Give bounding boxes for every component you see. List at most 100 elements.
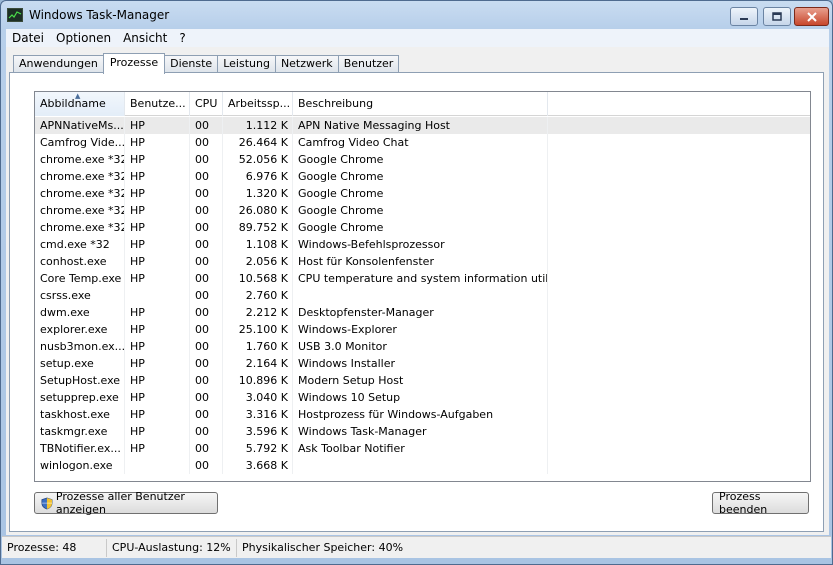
tab-dienste[interactable]: Dienste xyxy=(164,55,219,73)
cell-memory: 52.056 K xyxy=(223,151,293,168)
column-header-memory[interactable]: Arbeitssp... xyxy=(223,92,293,116)
cell-description xyxy=(293,457,548,474)
cell-cpu: 00 xyxy=(190,372,223,389)
cell-memory: 26.080 K xyxy=(223,202,293,219)
column-header-image-name[interactable]: ▲ Abbildname xyxy=(35,92,125,116)
cell-image-name: chrome.exe *32 xyxy=(35,219,125,236)
column-header-user[interactable]: Benutze... xyxy=(125,92,190,116)
cell-description: Modern Setup Host xyxy=(293,372,548,389)
table-row[interactable]: chrome.exe *32 HP 00 89.752 K Google Chrome xyxy=(35,219,810,236)
column-header-cpu[interactable]: CPU xyxy=(190,92,223,116)
end-process-button[interactable]: Prozess beenden xyxy=(712,490,809,516)
cell-user: HP xyxy=(125,202,190,219)
cell-filler xyxy=(548,389,810,406)
tab-prozesse[interactable]: Prozesse xyxy=(102,53,166,74)
cell-image-name: explorer.exe xyxy=(35,321,125,338)
minimize-button[interactable] xyxy=(730,7,758,26)
cell-description xyxy=(293,287,548,304)
cell-filler xyxy=(548,372,810,389)
cell-description: Google Chrome xyxy=(293,202,548,219)
table-row[interactable]: csrss.exe 00 2.760 K xyxy=(35,287,810,304)
menu-bar: Datei Optionen Ansicht ? xyxy=(6,29,829,47)
tab-strip: Anwendungen Prozesse Dienste Leistung Ne… xyxy=(13,53,400,74)
tab-anwendungen[interactable]: Anwendungen xyxy=(13,55,104,73)
cell-description: Windows Task-Manager xyxy=(293,423,548,440)
cell-memory: 25.100 K xyxy=(223,321,293,338)
menu-optionen[interactable]: Optionen xyxy=(50,31,117,45)
cell-user xyxy=(125,457,190,474)
menu-datei[interactable]: Datei xyxy=(6,31,50,45)
cell-memory: 6.976 K xyxy=(223,168,293,185)
table-row[interactable]: dwm.exe HP 00 2.212 K Desktopfenster-Manager xyxy=(35,304,810,321)
title-bar[interactable]: Windows Task-Manager xyxy=(1,1,832,29)
table-row[interactable]: setup.exe HP 00 2.164 K Windows Installer xyxy=(35,355,810,372)
menu-ansicht[interactable]: Ansicht xyxy=(117,31,173,45)
cell-user: HP xyxy=(125,321,190,338)
cell-description: Google Chrome xyxy=(293,219,548,236)
cell-filler xyxy=(548,338,810,355)
cell-description: Desktopfenster-Manager xyxy=(293,304,548,321)
tab-benutzer[interactable]: Benutzer xyxy=(337,55,400,73)
cell-memory: 2.056 K xyxy=(223,253,293,270)
cell-filler xyxy=(548,134,810,151)
cell-user: HP xyxy=(125,440,190,457)
table-row[interactable]: setupprep.exe HP 00 3.040 K Windows 10 Setup xyxy=(35,389,810,406)
cell-user: HP xyxy=(125,423,190,440)
cell-filler xyxy=(548,423,810,440)
table-row[interactable]: chrome.exe *32 HP 00 6.976 K Google Chrome xyxy=(35,168,810,185)
cell-user: HP xyxy=(125,270,190,287)
cell-cpu: 00 xyxy=(190,253,223,270)
table-row[interactable]: nusb3mon.ex... HP 00 1.760 K USB 3.0 Monitor xyxy=(35,338,810,355)
cell-cpu: 00 xyxy=(190,202,223,219)
table-row[interactable]: winlogon.exe 00 3.668 K xyxy=(35,457,810,474)
cell-cpu: 00 xyxy=(190,406,223,423)
table-row[interactable]: APNNativeMs... HP 00 1.112 K APN Native Mess… xyxy=(35,117,810,134)
table-row[interactable]: taskmgr.exe HP 00 3.596 K Windows Task-Manag… xyxy=(35,423,810,440)
cell-image-name: winlogon.exe xyxy=(35,457,125,474)
cell-cpu: 00 xyxy=(190,321,223,338)
cell-user: HP xyxy=(125,389,190,406)
table-row[interactable]: chrome.exe *32 HP 00 1.320 K Google Chrome xyxy=(35,185,810,202)
close-button[interactable] xyxy=(794,7,829,26)
cell-image-name: csrss.exe xyxy=(35,287,125,304)
menu-help[interactable]: ? xyxy=(173,31,191,45)
cell-image-name: setupprep.exe xyxy=(35,389,125,406)
show-all-processes-button[interactable]: Prozesse aller Benutzer anzeigen xyxy=(34,490,218,516)
task-manager-icon xyxy=(7,8,23,22)
cell-memory: 1.108 K xyxy=(223,236,293,253)
table-row[interactable]: SetupHost.exe HP 00 10.896 K Modern Setup Ho… xyxy=(35,372,810,389)
cell-memory: 1.320 K xyxy=(223,185,293,202)
cell-filler xyxy=(548,202,810,219)
process-list[interactable]: ▲ Abbildname Benutze... CPU Arbeitssp...… xyxy=(34,91,811,482)
cell-user: HP xyxy=(125,134,190,151)
table-row[interactable]: cmd.exe *32 HP 00 1.108 K Windows-Befehlspro… xyxy=(35,236,810,253)
cell-description: Google Chrome xyxy=(293,151,548,168)
column-header-description[interactable]: Beschreibung xyxy=(293,92,548,116)
cell-cpu: 00 xyxy=(190,270,223,287)
cell-memory: 1.760 K xyxy=(223,338,293,355)
tab-leistung[interactable]: Leistung xyxy=(217,55,276,73)
cell-image-name: conhost.exe xyxy=(35,253,125,270)
cell-cpu: 00 xyxy=(190,440,223,457)
status-cpu-usage: CPU-Auslastung: 12% xyxy=(107,538,237,557)
table-row[interactable]: Camfrog Vide... HP 00 26.464 K Camfrog Video… xyxy=(35,134,810,151)
column-header-row: ▲ Abbildname Benutze... CPU Arbeitssp...… xyxy=(35,92,810,116)
table-row[interactable]: chrome.exe *32 HP 00 26.080 K Google Chrome xyxy=(35,202,810,219)
maximize-button[interactable] xyxy=(763,7,791,26)
status-memory-usage: Physikalischer Speicher: 40% xyxy=(242,540,404,554)
cell-image-name: TBNotifier.ex... xyxy=(35,440,125,457)
cell-description: Windows 10 Setup xyxy=(293,389,548,406)
table-row[interactable]: Core Temp.exe HP 00 10.568 K CPU temperature… xyxy=(35,270,810,287)
cell-user: HP xyxy=(125,236,190,253)
cell-description: Windows-Explorer xyxy=(293,321,548,338)
table-row[interactable]: TBNotifier.ex... HP 00 5.792 K Ask Toolbar N… xyxy=(35,440,810,457)
cell-cpu: 00 xyxy=(190,355,223,372)
table-row[interactable]: chrome.exe *32 HP 00 52.056 K Google Chrome xyxy=(35,151,810,168)
tab-netzwerk[interactable]: Netzwerk xyxy=(274,55,339,73)
processes-panel: ▲ Abbildname Benutze... CPU Arbeitssp...… xyxy=(9,72,824,532)
table-row[interactable]: taskhost.exe HP 00 3.316 K Hostprozess für W… xyxy=(35,406,810,423)
table-row[interactable]: explorer.exe HP 00 25.100 K Windows-Explorer xyxy=(35,321,810,338)
show-all-processes-label: Prozesse aller Benutzer anzeigen xyxy=(55,490,185,516)
process-rows: APNNativeMs... HP 00 1.112 K APN Native Mess… xyxy=(35,117,810,474)
table-row[interactable]: conhost.exe HP 00 2.056 K Host für Konsolenf… xyxy=(35,253,810,270)
